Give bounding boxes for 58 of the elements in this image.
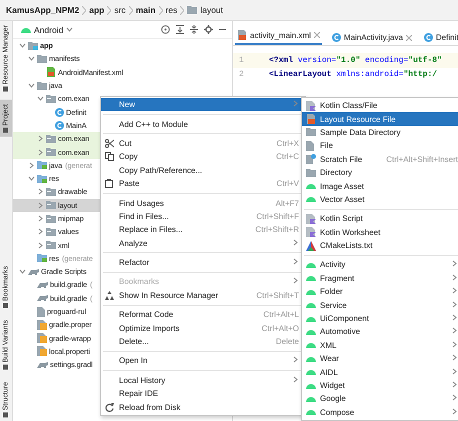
menu-item-label: UiComponent [320,314,369,324]
menu-item-label: CMakeLists.txt [320,241,372,250]
menu-item-label: New [119,100,136,110]
menu-item-label: Layout Resource File [320,114,396,124]
code-line: <LinearLayout xmlns:android="http:/ [269,70,438,80]
menu-item-label: Analyze [119,238,148,248]
menu-item-label: Reload from Disk [119,402,180,412]
menu-item-label: Open In [119,356,148,366]
menu-item-label: Folder [320,287,343,296]
shortcut-label: Ctrl+C [275,152,299,162]
menu-item-label: Refactor [119,258,150,268]
menu-item-label: Kotlin Script [320,214,363,224]
line-number: 1 [238,56,245,65]
shortcut-label: Ctrl+Shift+F [255,212,299,221]
menu-item-label: Image Asset [320,182,364,191]
menu-item-label: File [320,141,333,150]
menu-item-label: Add C++ to Module [119,120,188,129]
menu-item-label: Fragment [320,274,354,283]
menu-item-label: AIDL [320,368,338,377]
shortcut-label: Ctrl+Shift+R [254,225,299,234]
menu-item-label: Bookmarks [119,277,160,286]
menu-item-label: Repair IDE [119,389,158,398]
shortcut-label: Ctrl+Alt+Shift+Insert [385,154,458,164]
menu-item-label: Widget [320,381,345,390]
menu-item-label: Find Usages [119,198,164,208]
menu-item-label: Cut [119,138,132,148]
menu-item-label: Scratch File [320,154,362,164]
menu-item-label: Directory [320,168,352,178]
menu-item-label: Copy [119,152,138,162]
shortcut-label: Ctrl+Alt+O [260,324,299,333]
menu-item-label: Sample Data Directory [320,128,400,137]
line-number: 2 [238,70,245,80]
menu-item-label: Google [320,394,346,404]
shortcut-label: Ctrl+X [276,138,299,148]
shortcut-label: Ctrl+Shift+T [255,290,299,300]
menu-item-label: Delete... [119,337,149,346]
shortcut-label: Alt+F7 [274,198,299,208]
menu-item-label: Find in Files... [119,212,169,221]
menu-item-label: Kotlin Worksheet [320,228,380,237]
menu-item-label: Kotlin Class/File [320,101,378,110]
menu-item-label: Service [320,300,347,310]
menu-item-label: XML [320,340,336,350]
menu-item-label: Reformat Code [119,310,174,320]
menu-item-label: Wear [320,354,339,364]
menu-item-label: Copy Path/Reference... [119,166,202,175]
menu-item-label: Compose [320,408,354,417]
shortcut-label: Ctrl+V [276,179,299,188]
menu-item-label: Paste [119,179,140,188]
menu-item-label: Optimize Imports [119,324,180,333]
menu-item-label: Activity [320,260,346,270]
menu-item-label: Show In Resource Manager [119,290,218,300]
shortcut-label: Ctrl+Alt+L [262,310,299,320]
menu-item-label: Replace in Files... [119,225,183,234]
shortcut-label: Delete [274,337,299,346]
code-line: <?xml version="1.0" encoding="utf-8" [269,56,442,65]
menu-item-label: Vector Asset [320,194,364,204]
menu-item-label: Automotive [320,327,360,336]
menu-item-label: Local History [119,376,166,385]
